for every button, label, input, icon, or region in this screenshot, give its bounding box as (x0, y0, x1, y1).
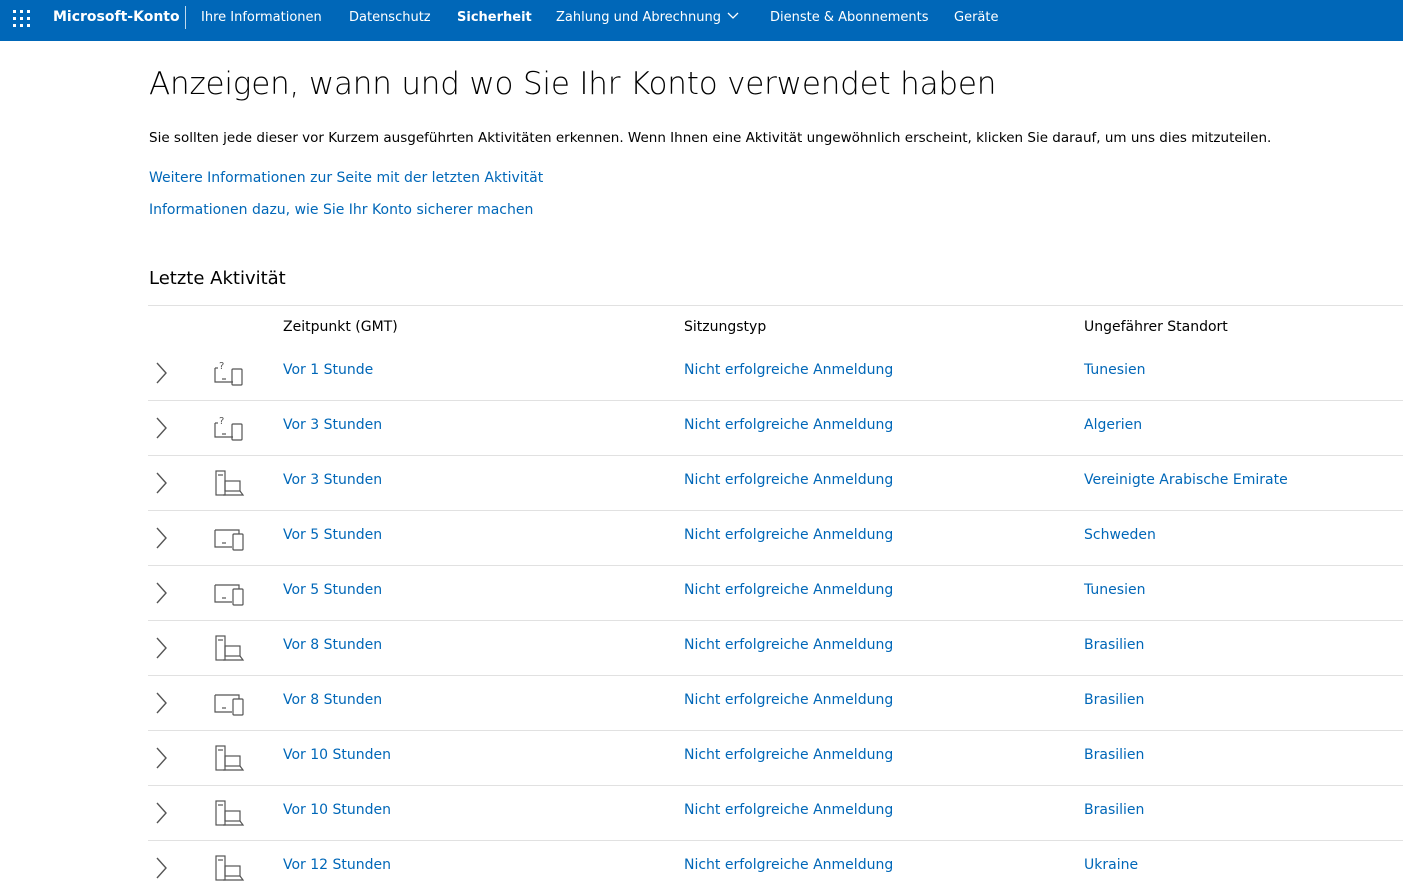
table-row[interactable]: ? Vor 1 Stunde Nicht erfolgreiche Anmeldun… (148, 346, 1403, 401)
cell-session-type[interactable]: Nicht erfolgreiche Anmeldung (684, 692, 893, 708)
cell-time[interactable]: Vor 1 Stunde (283, 362, 373, 378)
expand-chevron-icon[interactable] (152, 526, 170, 550)
activity-table: Zeitpunkt (GMT) Sitzungstyp Ungefährer S… (148, 305, 1403, 895)
cell-time[interactable]: Vor 8 Stunden (283, 692, 382, 708)
cell-location[interactable]: Brasilien (1084, 802, 1144, 818)
table-row[interactable]: Vor 5 Stunden Nicht erfolgreiche Anmeldun… (148, 511, 1403, 566)
page-title: Anzeigen, wann und wo Sie Ihr Konto verw… (149, 66, 997, 102)
nav-dienste-abonnements[interactable]: Dienste & Abonnements (770, 0, 928, 35)
expand-chevron-icon[interactable] (152, 471, 170, 495)
cell-session-type[interactable]: Nicht erfolgreiche Anmeldung (684, 802, 893, 818)
cell-session-type[interactable]: Nicht erfolgreiche Anmeldung (684, 747, 893, 763)
intro-text: Sie sollten jede dieser vor Kurzem ausge… (149, 130, 1272, 146)
expand-chevron-icon[interactable] (152, 691, 170, 715)
table-header: Zeitpunkt (GMT) Sitzungstyp Ungefährer S… (148, 306, 1403, 346)
cell-session-type[interactable]: Nicht erfolgreiche Anmeldung (684, 472, 893, 488)
cell-time[interactable]: Vor 10 Stunden (283, 747, 391, 763)
desktop-computer-icon (213, 634, 245, 662)
cell-time[interactable]: Vor 8 Stunden (283, 637, 382, 653)
cell-session-type[interactable]: Nicht erfolgreiche Anmeldung (684, 857, 893, 873)
chevron-down-icon (727, 12, 739, 19)
svg-text:?: ? (219, 361, 224, 372)
app-launcher-icon[interactable] (12, 9, 32, 29)
table-row[interactable]: Vor 8 Stunden Nicht erfolgreiche Anmeldun… (148, 676, 1403, 731)
cell-session-type[interactable]: Nicht erfolgreiche Anmeldung (684, 582, 893, 598)
cell-location[interactable]: Brasilien (1084, 637, 1144, 653)
cell-location[interactable]: Schweden (1084, 527, 1156, 543)
brand-title[interactable]: Microsoft-Konto (53, 0, 180, 35)
brand-divider (185, 6, 186, 29)
cell-time[interactable]: Vor 5 Stunden (283, 582, 382, 598)
cell-time[interactable]: Vor 10 Stunden (283, 802, 391, 818)
nav-sicherheit[interactable]: Sicherheit (457, 0, 532, 35)
cell-session-type[interactable]: Nicht erfolgreiche Anmeldung (684, 417, 893, 433)
table-row[interactable]: Vor 10 Stunden Nicht erfolgreiche Anmeldu… (148, 731, 1403, 786)
cell-session-type[interactable]: Nicht erfolgreiche Anmeldung (684, 637, 893, 653)
header-time: Zeitpunkt (GMT) (283, 319, 398, 335)
link-account-security-info[interactable]: Informationen dazu, wie Sie Ihr Konto si… (149, 202, 533, 218)
desktop-computer-icon (213, 854, 245, 882)
laptop-phone-icon (213, 579, 245, 607)
header-session-type: Sitzungstyp (684, 319, 767, 335)
cell-session-type[interactable]: Nicht erfolgreiche Anmeldung (684, 362, 893, 378)
cell-location[interactable]: Brasilien (1084, 692, 1144, 708)
section-title-recent-activity: Letzte Aktivität (149, 268, 286, 289)
laptop-phone-icon (213, 524, 245, 552)
expand-chevron-icon[interactable] (152, 801, 170, 825)
table-row[interactable]: Vor 12 Stunden Nicht erfolgreiche Anmeldu… (148, 841, 1403, 895)
cell-session-type[interactable]: Nicht erfolgreiche Anmeldung (684, 527, 893, 543)
cell-location[interactable]: Tunesien (1084, 362, 1145, 378)
cell-location[interactable]: Ukraine (1084, 857, 1138, 873)
nav-zahlung-label: Zahlung und Abrechnung (556, 10, 722, 25)
cell-location[interactable]: Brasilien (1084, 747, 1144, 763)
nav-zahlung-und-abrechnung[interactable]: Zahlung und Abrechnung (556, 0, 739, 35)
unknown-device-icon: ? (213, 359, 245, 387)
cell-time[interactable]: Vor 3 Stunden (283, 417, 382, 433)
header-location: Ungefährer Standort (1084, 319, 1228, 335)
expand-chevron-icon[interactable] (152, 746, 170, 770)
cell-location[interactable]: Vereinigte Arabische Emirate (1084, 472, 1288, 488)
nav-datenschutz[interactable]: Datenschutz (349, 0, 431, 35)
table-body: ? Vor 1 Stunde Nicht erfolgreiche Anmeldun… (148, 346, 1403, 895)
expand-chevron-icon[interactable] (152, 636, 170, 660)
table-row[interactable]: Vor 5 Stunden Nicht erfolgreiche Anmeldun… (148, 566, 1403, 621)
laptop-phone-icon (213, 689, 245, 717)
cell-location[interactable]: Tunesien (1084, 582, 1145, 598)
cell-location[interactable]: Algerien (1084, 417, 1142, 433)
desktop-computer-icon (213, 744, 245, 772)
top-navigation-bar: Microsoft-Konto Ihre Informationen Daten… (0, 0, 1403, 41)
cell-time[interactable]: Vor 3 Stunden (283, 472, 382, 488)
cell-time[interactable]: Vor 5 Stunden (283, 527, 382, 543)
expand-chevron-icon[interactable] (152, 581, 170, 605)
table-row[interactable]: ? Vor 3 Stunden Nicht erfolgreiche Anmeldu… (148, 401, 1403, 456)
nav-ihre-informationen[interactable]: Ihre Informationen (201, 0, 322, 35)
expand-chevron-icon[interactable] (152, 856, 170, 880)
expand-chevron-icon[interactable] (152, 416, 170, 440)
nav-geraete[interactable]: Geräte (954, 0, 998, 35)
table-row[interactable]: Vor 10 Stunden Nicht erfolgreiche Anmeldu… (148, 786, 1403, 841)
table-row[interactable]: Vor 3 Stunden Nicht erfolgreiche Anmeldun… (148, 456, 1403, 511)
table-row[interactable]: Vor 8 Stunden Nicht erfolgreiche Anmeldun… (148, 621, 1403, 676)
unknown-device-icon: ? (213, 414, 245, 442)
desktop-computer-icon (213, 799, 245, 827)
cell-time[interactable]: Vor 12 Stunden (283, 857, 391, 873)
svg-text:?: ? (219, 416, 224, 427)
expand-chevron-icon[interactable] (152, 361, 170, 385)
desktop-computer-icon (213, 469, 245, 497)
link-more-info-recent-activity[interactable]: Weitere Informationen zur Seite mit der … (149, 170, 543, 186)
